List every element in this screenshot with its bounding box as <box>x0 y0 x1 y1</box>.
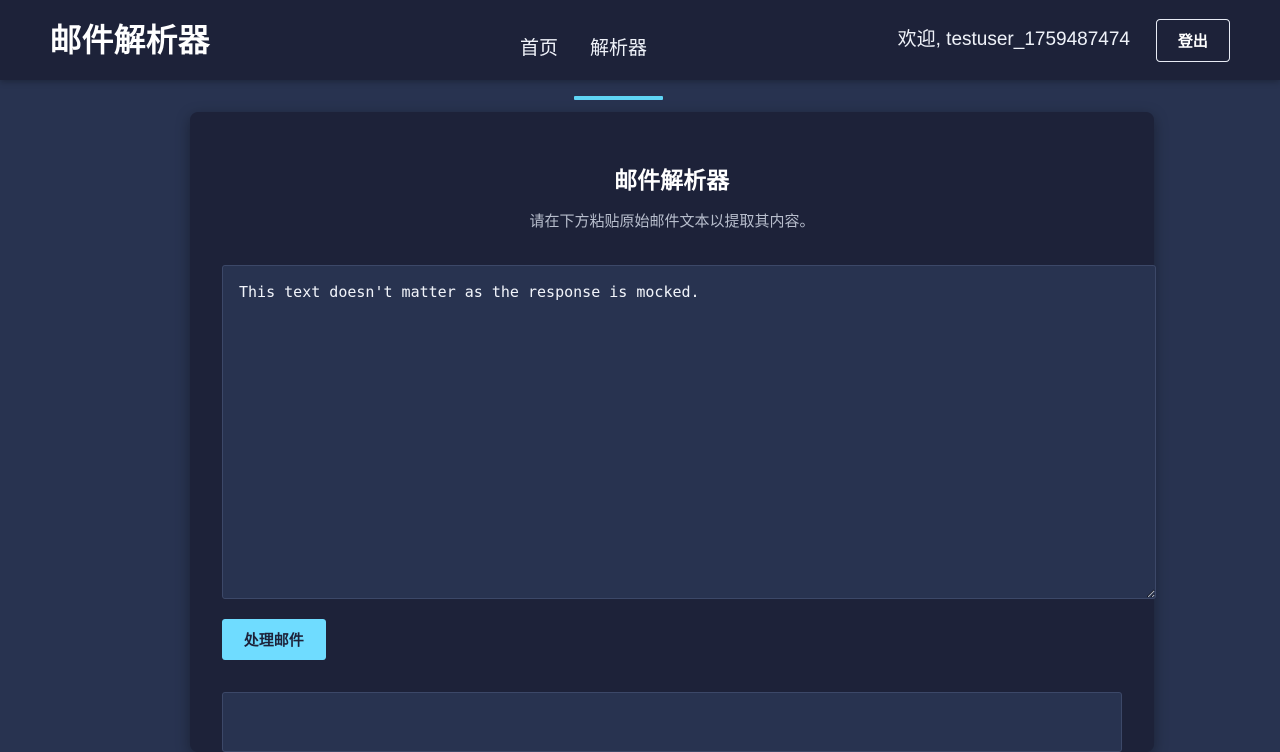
brand-logo[interactable]: 邮件解析器 <box>50 18 210 62</box>
result-output-box <box>222 692 1122 752</box>
parser-card: 邮件解析器 请在下方粘贴原始邮件文本以提取其内容。 This text does… <box>190 112 1156 752</box>
active-nav-indicator <box>574 96 663 100</box>
raw-email-textarea[interactable]: This text doesn't matter as the response… <box>222 265 1156 599</box>
top-navbar: 邮件解析器 首页 解析器 欢迎, testuser_1759487474 登出 <box>0 0 1280 80</box>
page-title: 邮件解析器 <box>614 168 730 194</box>
welcome-message: 欢迎, testuser_1759487474 <box>897 29 1130 50</box>
process-email-button[interactable]: 处理邮件 <box>222 619 326 660</box>
nav-link-home[interactable]: 首页 <box>520 34 558 62</box>
page-subtitle: 请在下方粘贴原始邮件文本以提取其内容。 <box>529 212 815 230</box>
logout-button[interactable]: 登出 <box>1156 19 1230 62</box>
nav-link-parser[interactable]: 解析器 <box>590 34 647 62</box>
